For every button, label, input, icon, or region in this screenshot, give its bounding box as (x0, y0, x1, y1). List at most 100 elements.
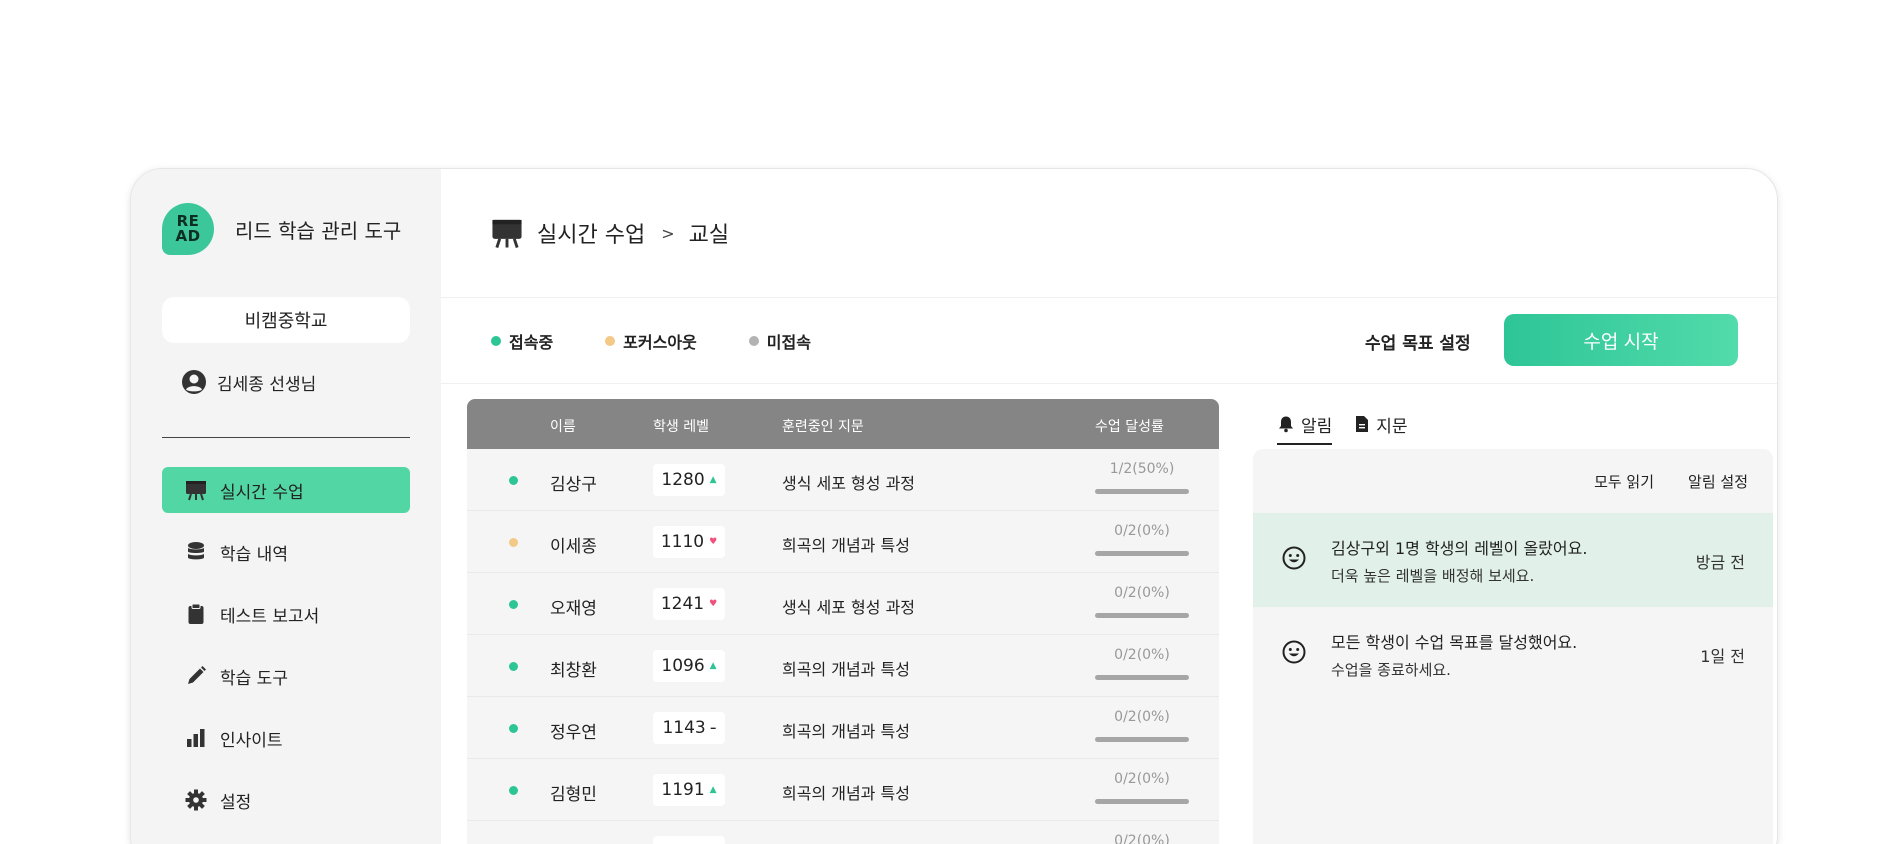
read-logo: RE AD (162, 203, 214, 255)
status-dot (509, 724, 518, 733)
student-name: 이세종 (550, 537, 597, 557)
sidebar: RE AD 리드 학습 관리 도구 비캠중학교 김세종 선생님 실시간 수업 학… (131, 169, 441, 844)
status-dot (748, 336, 759, 346)
student-level: 1191 (661, 780, 705, 800)
breadcrumb-live-class[interactable]: 실시간 수업 (537, 217, 645, 249)
legend-label: 접속중 (509, 333, 554, 352)
table-header: 이름 학생 레벨 훈련중인 지문 수업 달성률 (467, 399, 1219, 449)
student-level-badge: 1096 ▲ (653, 650, 725, 682)
sidebar-item-test-report[interactable]: 테스트 보고서 (162, 591, 410, 637)
status-legend: 접속중 포커스아웃 미접속 (491, 329, 863, 353)
sidebar-item-label: 설정 (220, 792, 252, 813)
sidebar-item-study-tools[interactable]: 학습 도구 (162, 653, 410, 699)
level-trend-icon: ♥ (709, 599, 718, 609)
teacher-name: 김세종 선생님 (217, 374, 317, 395)
gear-icon (184, 788, 208, 812)
student-name: 김형민 (550, 785, 597, 805)
alert-settings-button[interactable]: 알림 설정 (1688, 471, 1748, 492)
app-brand[interactable]: RE AD 리드 학습 관리 도구 (162, 203, 401, 255)
student-level-badge: 1280 ▲ (653, 464, 725, 496)
table-row[interactable]: 김상구 1280 ▲ 생식 세포 형성 과정 1/2(50%) (467, 449, 1219, 511)
smiley-icon (1282, 640, 1306, 664)
sidebar-divider (162, 437, 410, 438)
student-name: 최창환 (550, 661, 597, 681)
tab-passage[interactable]: 지문 (1354, 409, 1408, 439)
table-row[interactable]: 김형민 1191 ▲ 희곡의 개념과 특성 0/2(0%) (467, 759, 1219, 821)
column-header-passage[interactable]: 훈련중인 지문 (782, 416, 864, 436)
legend-label: 포커스아웃 (623, 333, 697, 352)
training-passage: 생식 세포 형성 과정 (782, 474, 916, 493)
progress-text: 0/2(0%) (1114, 709, 1170, 725)
sidebar-item-label: 학습 도구 (220, 668, 288, 689)
tab-label: 알림 (1301, 416, 1333, 437)
breadcrumb-separator: > (661, 223, 675, 243)
status-dot (605, 336, 616, 346)
column-header-progress[interactable]: 수업 달성률 (1095, 416, 1164, 436)
level-trend-icon: ━ (710, 723, 716, 733)
bell-icon (1279, 416, 1293, 433)
presentation-icon (492, 219, 522, 249)
notification-actions: 모두 읽기 알림 설정 (1253, 449, 1773, 513)
status-dot (491, 336, 501, 346)
table-body: 김상구 1280 ▲ 생식 세포 형성 과정 1/2(50%) 이세종 1110 ♥ 희곡의 개… (467, 449, 1219, 844)
table-row[interactable]: 정희빈1200▲생식 세포 형성 과정0/2(0%) (467, 821, 1219, 844)
side-panel: 알림 지문 모두 읽기 알림 설정 김상구외 1명 학생의 레벨이 올랐어요. … (1253, 399, 1773, 844)
notification-title: 모든 학생이 수업 목표를 달성했어요. (1331, 633, 1578, 652)
progress-text: 0/2(0%) (1114, 833, 1170, 844)
bar-chart-icon (184, 726, 208, 750)
progress-bar (1095, 613, 1189, 618)
student-level: 1241 (660, 594, 705, 614)
app-title: 리드 학습 관리 도구 (235, 218, 402, 243)
toolbar-divider (441, 383, 1777, 384)
progress-text: 0/2(0%) (1114, 771, 1170, 787)
smiley-icon (1282, 546, 1306, 570)
student-name: 오재영 (550, 599, 597, 619)
legend-focus-out: 포커스아웃 (605, 329, 697, 353)
notification-time: 1일 전 (1700, 647, 1745, 666)
database-icon (184, 540, 208, 564)
level-trend-icon: ▲ (709, 785, 717, 795)
table-row[interactable]: 이세종 1110 ♥ 희곡의 개념과 특성 0/2(0%) (467, 511, 1219, 573)
sidebar-item-study-history[interactable]: 학습 내역 (162, 529, 410, 575)
legend-label: 미접속 (766, 333, 811, 352)
teacher-profile[interactable]: 김세종 선생님 (181, 369, 316, 395)
set-class-goal-button[interactable]: 수업 목표 설정 (1365, 329, 1471, 354)
table-row[interactable]: 최창환 1096 ▲ 희곡의 개념과 특성 0/2(0%) (467, 635, 1219, 697)
clipboard-icon (184, 602, 208, 626)
status-dot (509, 600, 518, 609)
status-dot (509, 538, 518, 547)
training-passage: 희곡의 개념과 특성 (782, 784, 910, 803)
student-level-badge: 1143 ━ (653, 712, 725, 744)
status-dot (509, 476, 518, 485)
progress-text: 0/2(0%) (1114, 585, 1170, 601)
student-name: 정우연 (550, 723, 597, 743)
student-table: 이름 학생 레벨 훈련중인 지문 수업 달성률 김상구 1280 ▲ 생식 세포 형성… (467, 399, 1219, 844)
user-circle-icon (182, 370, 206, 394)
tab-label: 지문 (1376, 416, 1408, 437)
sidebar-item-label: 인사이트 (220, 730, 283, 751)
table-row[interactable]: 정우연 1143 ━ 희곡의 개념과 특성 0/2(0%) (467, 697, 1219, 759)
logo-line-2: AD (175, 227, 201, 245)
notification-list: 모두 읽기 알림 설정 김상구외 1명 학생의 레벨이 올랐어요. 더욱 높은 … (1253, 449, 1773, 844)
column-header-name[interactable]: 이름 (550, 416, 576, 436)
progress-bar (1095, 675, 1189, 680)
sidebar-item-insight[interactable]: 인사이트 (162, 715, 410, 761)
sidebar-item-label: 테스트 보고서 (220, 606, 320, 627)
sidebar-item-live-class[interactable]: 실시간 수업 (162, 467, 410, 513)
tab-alerts[interactable]: 알림 (1277, 409, 1333, 445)
table-row[interactable]: 오재영 1241 ♥ 생식 세포 형성 과정 0/2(0%) (467, 573, 1219, 635)
notification-item[interactable]: 김상구외 1명 학생의 레벨이 올랐어요. 더욱 높은 레벨을 배정해 보세요.… (1253, 513, 1773, 607)
read-all-button[interactable]: 모두 읽기 (1594, 471, 1654, 492)
header-divider (441, 297, 1777, 298)
student-level-badge: 1200▲ (653, 836, 725, 844)
progress-bar (1095, 737, 1189, 742)
student-level: 1096 (661, 656, 705, 676)
main-content: 실시간 수업 > 교실 접속중 포커스아웃 미접속 수업 목표 설정 수업 시작 (441, 169, 1777, 844)
breadcrumb: 실시간 수업 > 교실 (491, 217, 729, 249)
school-name: 비캠중학교 (162, 297, 410, 343)
status-dot (509, 786, 518, 795)
start-class-button[interactable]: 수업 시작 (1504, 314, 1738, 366)
notification-item[interactable]: 모든 학생이 수업 목표를 달성했어요. 수업을 종료하세요. 1일 전 (1253, 607, 1773, 701)
sidebar-item-settings[interactable]: 설정 (162, 777, 410, 823)
column-header-level[interactable]: 학생 레벨 (653, 416, 709, 436)
